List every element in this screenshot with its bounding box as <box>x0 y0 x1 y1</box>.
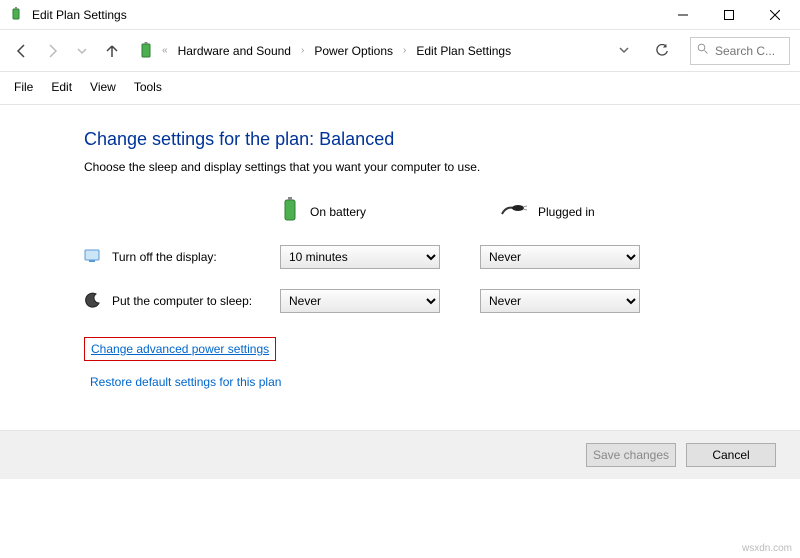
column-header-battery: On battery <box>280 196 460 227</box>
breadcrumb[interactable]: « Hardware and Sound › Power Options › E… <box>130 37 608 65</box>
breadcrumb-item[interactable]: Hardware and Sound <box>174 42 295 60</box>
battery-icon <box>280 196 300 227</box>
recent-dropdown[interactable] <box>70 39 94 63</box>
search-icon <box>697 43 709 58</box>
column-label: Plugged in <box>538 205 595 219</box>
chevron-right-icon: › <box>301 45 304 56</box>
close-button[interactable] <box>752 0 798 30</box>
sleep-battery-select[interactable]: Never <box>280 289 440 313</box>
display-battery-select[interactable]: 10 minutes <box>280 245 440 269</box>
sleep-plugged-select[interactable]: Never <box>480 289 640 313</box>
display-plugged-select[interactable]: Never <box>480 245 640 269</box>
power-options-icon <box>136 41 156 61</box>
refresh-button[interactable] <box>648 37 676 65</box>
column-header-plugged: Plugged in <box>500 200 680 223</box>
title-bar: Edit Plan Settings <box>0 0 800 30</box>
menu-tools[interactable]: Tools <box>132 78 164 96</box>
back-button[interactable] <box>10 39 34 63</box>
column-label: On battery <box>310 205 366 219</box>
menu-view[interactable]: View <box>88 78 118 96</box>
search-box[interactable] <box>690 37 790 65</box>
setting-row-sleep: Put the computer to sleep: Never Never <box>84 289 750 313</box>
window-title: Edit Plan Settings <box>32 8 660 22</box>
search-input[interactable] <box>715 44 775 58</box>
breadcrumb-item[interactable]: Power Options <box>310 42 397 60</box>
breadcrumb-separator: « <box>162 45 168 56</box>
plug-icon <box>500 200 528 223</box>
advanced-settings-link[interactable]: Change advanced power settings <box>84 337 276 361</box>
save-button[interactable]: Save changes <box>586 443 676 467</box>
breadcrumb-item[interactable]: Edit Plan Settings <box>412 42 515 60</box>
watermark: wsxdn.com <box>742 543 792 554</box>
footer: Save changes Cancel <box>0 430 800 479</box>
restore-defaults-link[interactable]: Restore default settings for this plan <box>84 371 287 393</box>
up-button[interactable] <box>100 39 124 63</box>
page-title: Change settings for the plan: Balanced <box>84 129 750 150</box>
cancel-button[interactable]: Cancel <box>686 443 776 467</box>
content: Change settings for the plan: Balanced C… <box>0 105 800 419</box>
menu-bar: File Edit View Tools <box>0 72 800 105</box>
page-subtext: Choose the sleep and display settings th… <box>84 160 750 174</box>
display-icon <box>84 247 102 268</box>
menu-edit[interactable]: Edit <box>49 78 74 96</box>
sleep-icon <box>84 291 102 312</box>
app-icon <box>8 7 24 23</box>
nav-bar: « Hardware and Sound › Power Options › E… <box>0 30 800 72</box>
chevron-right-icon: › <box>403 45 406 56</box>
minimize-button[interactable] <box>660 0 706 30</box>
maximize-button[interactable] <box>706 0 752 30</box>
menu-file[interactable]: File <box>12 78 35 96</box>
setting-label-text: Turn off the display: <box>112 250 217 264</box>
setting-label-text: Put the computer to sleep: <box>112 294 252 308</box>
forward-button[interactable] <box>40 39 64 63</box>
setting-row-display: Turn off the display: 10 minutes Never <box>84 245 750 269</box>
address-dropdown[interactable] <box>614 44 634 58</box>
